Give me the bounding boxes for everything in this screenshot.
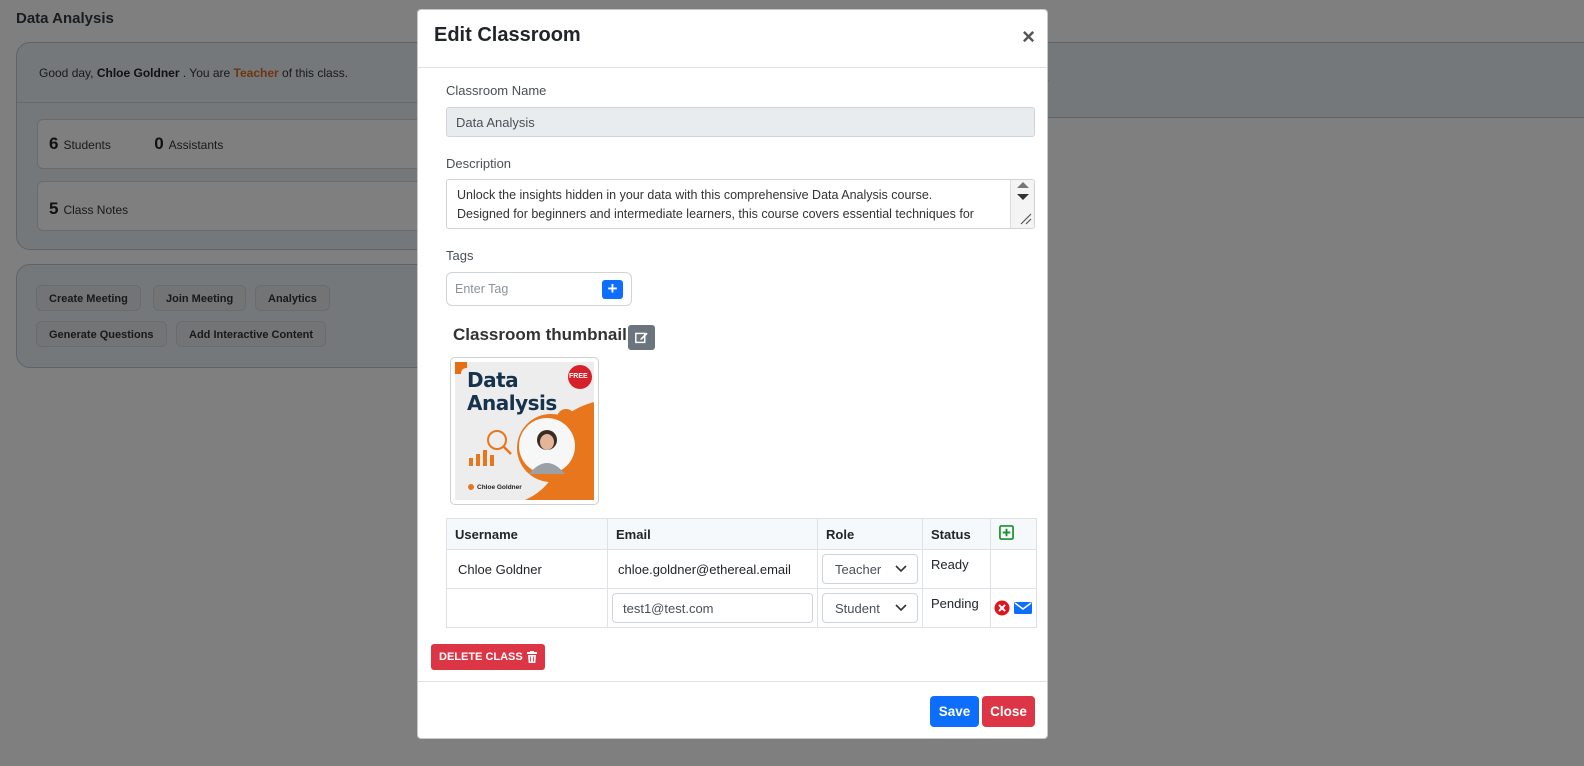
cell-username <box>446 588 608 628</box>
role-select[interactable]: Student <box>822 593 918 623</box>
save-button[interactable]: Save <box>930 696 979 727</box>
header-username: Username <box>446 518 608 550</box>
cell-role: Student <box>817 588 923 628</box>
thumbnail-frame: Data Analysis FREE Chloe Goldner <box>450 357 599 505</box>
modal-footer: Save Close <box>418 681 1047 738</box>
delete-class-label: DELETE CLASS <box>439 651 523 663</box>
cell-actions <box>990 588 1037 628</box>
role-select[interactable]: Teacher <box>822 554 918 584</box>
description-line-1: Unlock the insights hidden in your data … <box>457 188 933 202</box>
cell-username: Chloe Goldner <box>446 549 608 589</box>
header-email: Email <box>607 518 818 550</box>
chevron-down-icon <box>895 604 907 612</box>
cell-status: Pending <box>922 588 991 628</box>
classroom-name-input[interactable]: Data Analysis <box>446 107 1035 137</box>
thumbnail-title-2: Analysis <box>467 391 557 415</box>
header-role: Role <box>817 518 923 550</box>
spinner-arrows-icon <box>1017 182 1032 225</box>
tags-label: Tags <box>446 248 474 263</box>
thumbnail-title-1: Data <box>467 368 519 392</box>
add-tag-button[interactable]: + <box>602 280 623 299</box>
edit-icon <box>635 332 648 344</box>
cell-role: Teacher <box>817 549 923 589</box>
status-text: Pending <box>931 596 979 611</box>
members-table: Username Email Role Status Chloe Goldner… <box>446 518 1037 628</box>
close-icon[interactable]: × <box>1022 26 1035 48</box>
table-header-row: Username Email Role Status <box>446 518 1037 550</box>
description-textarea[interactable]: Unlock the insights hidden in your data … <box>446 179 1035 229</box>
classroom-thumbnail-image: Data Analysis FREE Chloe Goldner <box>455 362 594 500</box>
modal-header: Edit Classroom × <box>418 10 1047 68</box>
tag-input-group: Enter Tag + <box>446 272 632 306</box>
description-line-2: Designed for beginners and intermediate … <box>457 207 974 221</box>
role-select-value: Teacher <box>835 561 882 577</box>
email-text: chloe.goldner@ethereal.email <box>618 561 791 577</box>
edit-thumbnail-button[interactable] <box>628 325 655 350</box>
header-actions <box>990 518 1037 550</box>
thumbnail-label: Classroom thumbnail <box>453 325 627 344</box>
remove-icon[interactable] <box>994 600 1010 616</box>
cell-email: test1@test.com <box>607 588 818 628</box>
delete-class-button[interactable]: DELETE CLASS <box>431 644 545 670</box>
description-label: Description <box>446 156 512 171</box>
table-row: test1@test.com Student Pending <box>446 588 1037 628</box>
cell-status: Ready <box>922 549 991 589</box>
close-button[interactable]: Close <box>982 696 1035 727</box>
modal-title: Edit Classroom <box>434 24 581 46</box>
username-text: Chloe Goldner <box>458 561 542 577</box>
trash-icon <box>526 651 537 663</box>
cell-actions <box>990 549 1037 589</box>
tag-input[interactable]: Enter Tag <box>455 282 508 296</box>
email-input[interactable]: test1@test.com <box>612 593 813 623</box>
thumbnail-badge: FREE <box>569 373 588 380</box>
thumbnail-author: Chloe Goldner <box>477 484 522 491</box>
header-status: Status <box>922 518 991 550</box>
textarea-scrollbar[interactable] <box>1010 180 1034 228</box>
role-select-value: Student <box>835 600 880 616</box>
chevron-down-icon <box>895 565 907 573</box>
classroom-name-label: Classroom Name <box>446 83 547 98</box>
cell-email: chloe.goldner@ethereal.email <box>607 549 818 589</box>
table-row: Chloe Goldner chloe.goldner@ethereal.ema… <box>446 549 1037 589</box>
add-member-icon[interactable] <box>999 525 1014 540</box>
edit-classroom-modal: Edit Classroom × Classroom Name Data Ana… <box>417 9 1048 739</box>
mail-icon[interactable] <box>1013 601 1032 615</box>
status-text: Ready <box>931 557 969 572</box>
